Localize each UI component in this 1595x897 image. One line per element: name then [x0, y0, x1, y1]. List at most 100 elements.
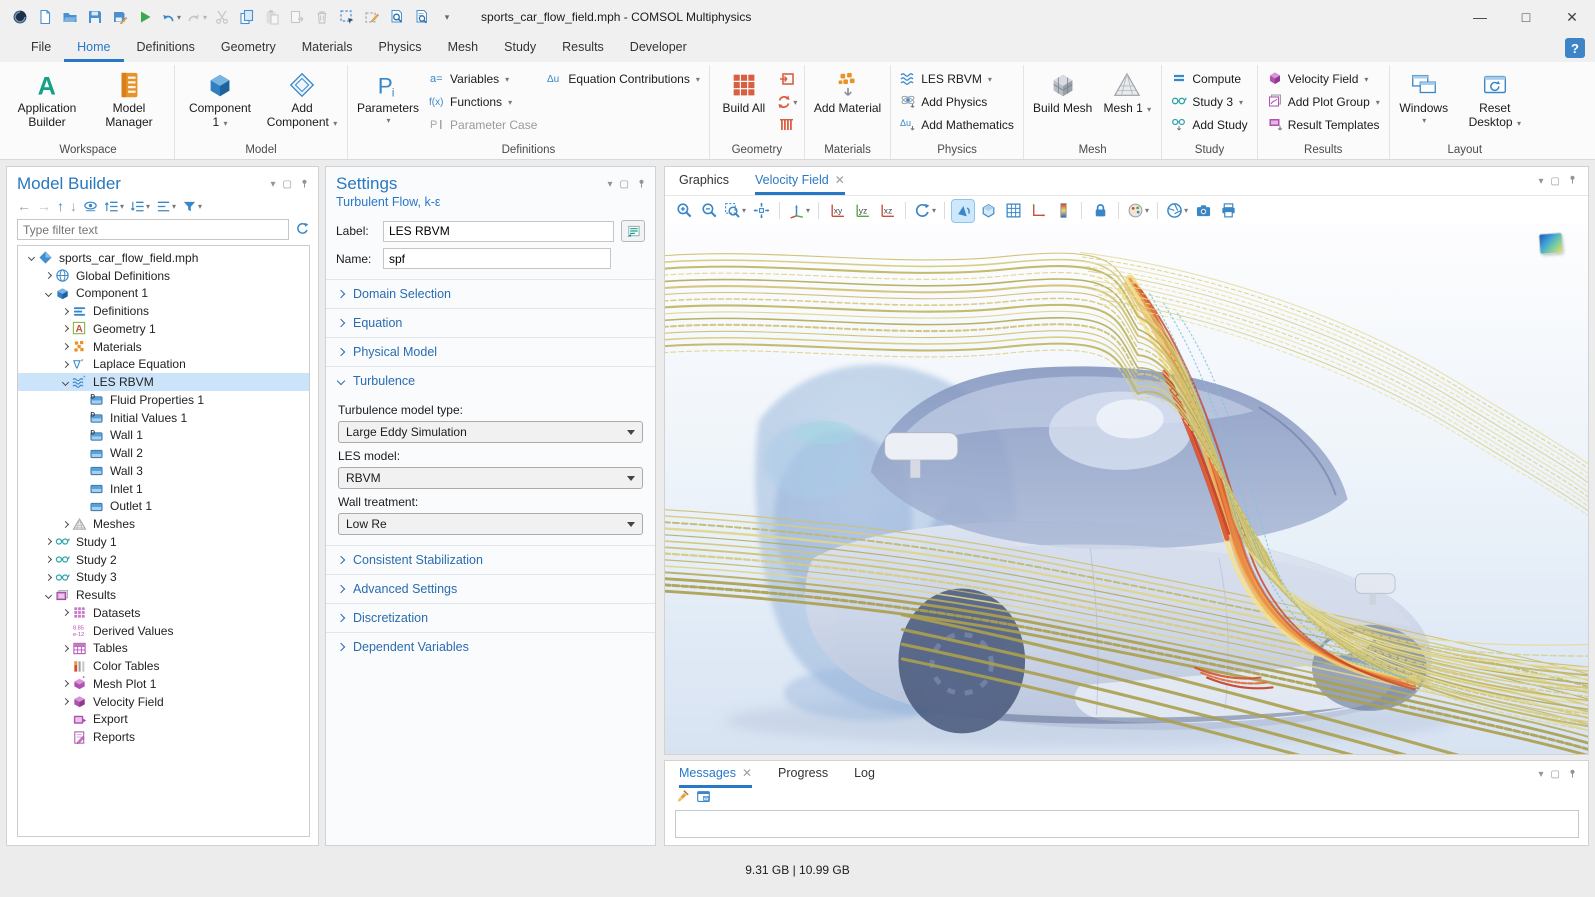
graphics-tab-graphics[interactable]: Graphics — [679, 167, 729, 195]
close-tab-icon[interactable]: ✕ — [742, 766, 752, 780]
virtual-operations-button[interactable] — [775, 115, 799, 135]
panel-float-icon[interactable]: ▢ — [283, 180, 292, 190]
mesh-1-button[interactable]: Mesh 1 ▾ — [1098, 65, 1156, 117]
collapse-all-icon[interactable]: ▾ — [128, 198, 152, 215]
copy-icon[interactable] — [235, 4, 259, 30]
add-mathematics-button[interactable]: ΔuAdd Mathematics — [896, 115, 1018, 135]
show-grid-icon[interactable] — [1002, 200, 1024, 222]
tree-item-definitions[interactable]: Definitions — [18, 302, 309, 320]
graphics-canvas[interactable] — [665, 225, 1588, 754]
tree-chevron-icon[interactable] — [41, 291, 55, 296]
section-turbulence[interactable]: Turbulence — [326, 366, 655, 395]
tree-item-tables[interactable]: Tables — [18, 640, 309, 658]
panel-float-icon[interactable]: ▢ — [1551, 176, 1560, 187]
draw-box-icon[interactable] — [360, 4, 384, 30]
name-input[interactable] — [383, 248, 611, 269]
refresh-icon[interactable] — [295, 221, 310, 239]
node-text-icon[interactable]: ▾ — [154, 198, 178, 215]
tree-item-sports-car-flow-field-mph[interactable]: sports_car_flow_field.mph — [18, 249, 309, 267]
render-options-icon[interactable]: ▾ — [1126, 200, 1150, 222]
tree-item-study-1[interactable]: Study 1 — [18, 533, 309, 551]
filter-icon[interactable]: ▾ — [180, 198, 204, 215]
label-input[interactable] — [383, 221, 614, 242]
ribbon-tab-study[interactable]: Study — [491, 34, 549, 62]
tree-chevron-icon[interactable] — [41, 273, 55, 278]
build-all-button[interactable]: Build All — [715, 65, 773, 116]
tree-item-reports[interactable]: Reports — [18, 728, 309, 746]
physics-interface-button[interactable]: LES RBVM▾ — [896, 69, 1018, 89]
windows-button[interactable]: Windows ▾ — [1395, 65, 1453, 125]
tree-item-meshes[interactable]: Meshes — [18, 515, 309, 533]
tree-chevron-icon[interactable] — [58, 681, 72, 686]
tree-item-inlet-1[interactable]: Inlet 1 — [18, 480, 309, 498]
color-legend-icon[interactable] — [1052, 200, 1074, 222]
view-xz-icon[interactable]: xz — [876, 200, 898, 222]
zoom-box-icon[interactable]: ▾ — [723, 200, 747, 222]
comment-button[interactable] — [621, 220, 645, 242]
move-up-icon[interactable]: ↑ — [55, 197, 66, 215]
tree-chevron-icon[interactable] — [41, 539, 55, 544]
tree-chevron-icon[interactable] — [58, 362, 72, 367]
add-material-button[interactable]: Add Material — [810, 65, 885, 116]
tree-item-study-2[interactable]: Study 2 — [18, 551, 309, 569]
panel-pin-icon[interactable] — [636, 178, 647, 192]
run-icon[interactable] — [133, 4, 157, 30]
ribbon-tab-materials[interactable]: Materials — [289, 34, 366, 62]
color-legend-button[interactable] — [1539, 233, 1562, 253]
nav-back-icon[interactable]: ← — [15, 197, 33, 215]
panel-pin-icon[interactable] — [299, 178, 310, 192]
tree-item-outlet-1[interactable]: Outlet 1 — [18, 498, 309, 516]
section-advanced-settings[interactable]: Advanced Settings — [326, 574, 655, 603]
show-axes-icon[interactable] — [1027, 200, 1049, 222]
ribbon-tab-definitions[interactable]: Definitions — [124, 34, 208, 62]
tree-item-component-1[interactable]: Component 1 — [18, 285, 309, 303]
application-builder-button[interactable]: A Application Builder — [7, 65, 87, 129]
dropdown-rbvm[interactable]: RBVM — [338, 467, 643, 489]
model-manager-button[interactable]: Model Manager — [89, 65, 169, 129]
functions-button[interactable]: f(x)Functions▾ — [425, 92, 541, 112]
velocity-field-button[interactable]: Velocity Field▾ — [1263, 69, 1384, 89]
ribbon-tab-file[interactable]: File — [18, 34, 64, 62]
tree-chevron-icon[interactable] — [24, 255, 38, 260]
tree-chevron-icon[interactable] — [58, 326, 72, 331]
ribbon-tab-geometry[interactable]: Geometry — [208, 34, 289, 62]
add-study-button[interactable]: Add Study — [1167, 115, 1251, 135]
panel-float-icon[interactable]: ▢ — [1551, 769, 1560, 780]
paste-icon[interactable] — [260, 4, 284, 30]
tree-item-geometry-1[interactable]: AGeometry 1 — [18, 320, 309, 338]
qat-more-icon[interactable]: ▾ — [435, 4, 459, 30]
panel-pin-icon[interactable] — [1567, 174, 1578, 188]
section-dependent-variables[interactable]: Dependent Variables — [326, 632, 655, 661]
parameters-button[interactable]: Pi Parameters ▾ — [353, 65, 423, 125]
tree-item-velocity-field[interactable]: Velocity Field — [18, 693, 309, 711]
new-file-icon[interactable] — [33, 4, 57, 30]
panel-menu-icon[interactable]: ▾ — [1539, 176, 1544, 187]
duplicate-icon[interactable] — [285, 4, 309, 30]
tree-item-study-3[interactable]: Study 3 — [18, 569, 309, 587]
ribbon-tab-physics[interactable]: Physics — [365, 34, 434, 62]
ribbon-tab-mesh[interactable]: Mesh — [435, 34, 492, 62]
tree-item-wall-1[interactable]: DWall 1 — [18, 427, 309, 445]
reset-desktop-button[interactable]: Reset Desktop ▾ — [1455, 65, 1535, 130]
zoom-out-icon[interactable] — [698, 200, 720, 222]
panel-splitter[interactable] — [656, 166, 664, 846]
section-discretization[interactable]: Discretization — [326, 603, 655, 632]
save-as-icon[interactable] — [108, 4, 132, 30]
cut-icon[interactable] — [210, 4, 234, 30]
component-1-button[interactable]: Component 1 ▾ — [180, 65, 260, 130]
tree-chevron-icon[interactable] — [58, 610, 72, 615]
find-icon[interactable] — [385, 4, 409, 30]
expand-all-icon[interactable]: ▾ — [102, 198, 126, 215]
messages-tab-progress[interactable]: Progress — [778, 761, 828, 788]
camera-icon[interactable] — [1192, 200, 1214, 222]
ribbon-tab-results[interactable]: Results — [549, 34, 617, 62]
tree-item-mesh-plot-1[interactable]: *Mesh Plot 1 — [18, 675, 309, 693]
section-domain-selection[interactable]: Domain Selection — [326, 279, 655, 308]
tree-item-initial-values-1[interactable]: DInitial Values 1 — [18, 409, 309, 427]
section-consistent-stabilization[interactable]: Consistent Stabilization — [326, 545, 655, 574]
close-button[interactable]: ✕ — [1549, 0, 1595, 34]
add-plot-group-button[interactable]: Add Plot Group▾ — [1263, 92, 1384, 112]
close-tab-icon[interactable]: ✕ — [835, 173, 845, 187]
section-equation[interactable]: Equation — [326, 308, 655, 337]
filter-input[interactable] — [17, 219, 289, 240]
